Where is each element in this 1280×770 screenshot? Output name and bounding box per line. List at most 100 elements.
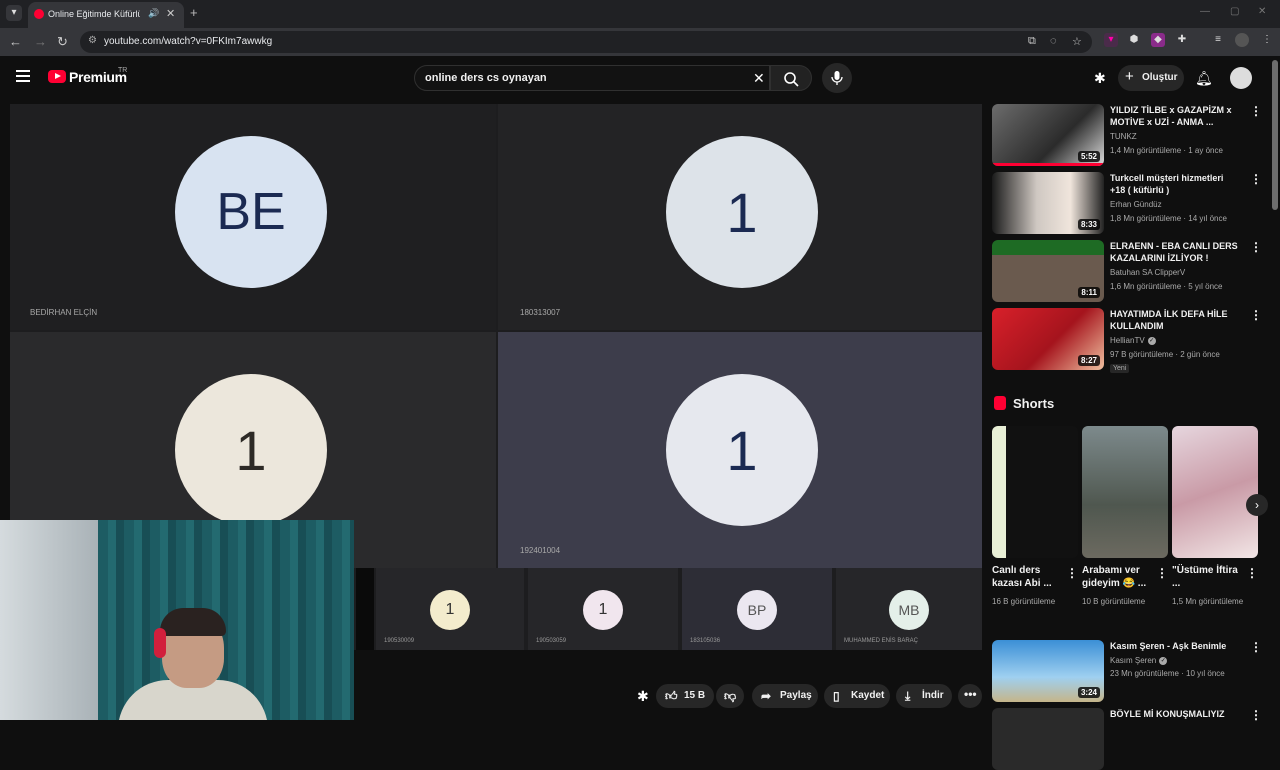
chevron-right-icon[interactable]: › <box>1246 494 1268 516</box>
video-title[interactable]: Kasım Şeren - Aşk Benimle <box>1110 640 1240 652</box>
bookmark-star-icon[interactable]: ☆ <box>1072 35 1082 48</box>
video-thumbnail[interactable]: 5:52 <box>992 104 1104 166</box>
video-title[interactable]: YILDIZ TİLBE x GAZAPİZM x MOTİVE x UZİ -… <box>1110 104 1240 128</box>
back-icon[interactable]: ← <box>9 34 22 49</box>
more-vertical-icon[interactable]: ⋮ <box>1250 240 1262 254</box>
save-button[interactable]: ▯ Kaydet <box>824 684 890 708</box>
search-query[interactable]: online ders cs oynayan <box>425 72 547 84</box>
menu-icon[interactable] <box>16 70 30 82</box>
tab-search-button[interactable]: ▾ <box>6 5 22 21</box>
video-title[interactable]: Turkcell müşteri hizmetleri +18 ( küfürl… <box>1110 172 1240 196</box>
channel-name[interactable]: TUNKZ <box>1110 132 1137 141</box>
video-thumbnail[interactable]: 8:33 <box>992 172 1104 234</box>
search-icon <box>784 72 799 87</box>
avatar[interactable] <box>1230 67 1252 89</box>
video-duration: 8:11 <box>1078 287 1100 298</box>
voice-search-button[interactable] <box>822 63 852 93</box>
new-tab-button[interactable]: + <box>190 5 198 20</box>
video-title[interactable]: HAYATIMDA İLK DEFA HİLE KULLANDIM <box>1110 308 1240 332</box>
participant-avatar: 1 <box>175 374 327 526</box>
window-background <box>0 520 98 720</box>
maximize-icon[interactable]: ▢ <box>1230 6 1239 17</box>
shield-icon[interactable]: ⬢ <box>1127 33 1141 47</box>
extension-icon[interactable]: ◆ <box>1151 33 1165 47</box>
video-title[interactable]: BÖYLE Mİ KONUŞMALIYIZ <box>1110 708 1240 720</box>
more-vertical-icon[interactable]: ⋮ <box>1250 104 1262 118</box>
premium-jewel-icon[interactable]: ✱ <box>637 688 649 705</box>
more-actions-button[interactable]: ••• <box>958 684 982 708</box>
like-count: 15 B <box>684 690 706 701</box>
cast-icon[interactable]: ⧉ <box>1028 35 1036 48</box>
new-badge: Yeni <box>1110 364 1130 373</box>
youtube-favicon-icon <box>34 9 44 19</box>
participant-tile: 1 192401004 <box>498 332 982 568</box>
participant-tile: 1 180313007 <box>498 104 982 330</box>
video-meta: 1,8 Mn görüntüleme · 14 yıl önce <box>1110 214 1227 223</box>
watch-progress <box>992 163 1104 166</box>
channel-name[interactable]: HellianTV ✓ <box>1110 336 1156 345</box>
short-title[interactable]: Arabamı ver gideyim 😂 ... <box>1082 564 1154 590</box>
download-button[interactable]: ⤓ İndir <box>896 684 952 708</box>
page-scrollbar[interactable] <box>1272 60 1278 210</box>
puzzle-icon[interactable]: ✚ <box>1175 33 1189 47</box>
microphone-icon <box>831 71 843 85</box>
more-vertical-icon[interactable]: ⋮ <box>1250 172 1262 186</box>
tab-title: Online Eğitimde Küfürlü Cs <box>48 9 140 19</box>
participant-avatar: 1 <box>666 374 818 526</box>
more-vertical-icon[interactable]: ⋮ <box>1250 308 1262 322</box>
participant-avatar: MB <box>889 590 929 630</box>
participant-name: BEDİRHAN ELÇİN <box>30 308 98 317</box>
speaker-icon[interactable]: 🔊 <box>148 8 159 19</box>
video-thumbnail[interactable]: 8:11 <box>992 240 1104 302</box>
eye-off-icon[interactable]: ◌ <box>1050 35 1057 47</box>
channel-name[interactable]: Erhan Gündüz <box>1110 200 1162 209</box>
country-code: TR <box>118 67 128 74</box>
like-button[interactable]: 👍︎ 15 B <box>656 684 714 708</box>
profile-icon[interactable] <box>1235 33 1249 47</box>
webcam-overlay <box>0 520 354 720</box>
extension-icon[interactable]: ▾ <box>1104 33 1118 47</box>
short-thumbnail[interactable] <box>992 426 1078 558</box>
reload-icon[interactable]: ↻ <box>57 34 68 50</box>
window-close-icon[interactable]: ✕ <box>1258 6 1266 17</box>
share-button[interactable]: ➦ Paylaş <box>752 684 818 708</box>
dislike-button[interactable]: 👎︎ <box>716 684 744 708</box>
short-title[interactable]: "Üstüme İftira ... <box>1172 564 1244 590</box>
channel-name[interactable]: Batuhan SA ClipperV <box>1110 268 1185 277</box>
video-title[interactable]: ELRAENN - EBA CANLI DERS KAZALARINI İZLİ… <box>1110 240 1240 264</box>
browser-tab[interactable]: Online Eğitimde Küfürlü Cs 🔊 ✕ <box>28 2 184 28</box>
video-thumbnail[interactable]: 3:24 <box>992 640 1104 702</box>
participant-strip-tile: MB MUHAMMED ENİS BARAÇ <box>836 568 982 650</box>
reading-list-icon[interactable]: ≡ <box>1211 33 1225 47</box>
short-thumbnail[interactable] <box>1172 426 1258 558</box>
youtube-header: Premium TR online ders cs oynayan ✕ ✱ + … <box>0 56 1280 100</box>
participant-name: 192401004 <box>520 546 561 555</box>
video-meta: 97 B görüntüleme · 2 gün önce <box>1110 350 1220 359</box>
headphone-icon <box>154 628 166 658</box>
url-field[interactable]: ⚙ youtube.com/watch?v=0FKIm7awwkg ⧉ ◌ ☆ <box>80 31 1092 53</box>
more-vertical-icon[interactable]: ⋮ <box>1250 640 1262 654</box>
notifications-bell-icon[interactable]: 🔔︎ <box>1195 70 1213 87</box>
short-thumbnail[interactable] <box>1082 426 1168 558</box>
premium-icon[interactable]: ✱ <box>1094 70 1106 87</box>
close-tab-icon[interactable]: ✕ <box>166 7 175 20</box>
youtube-logo-icon[interactable] <box>48 70 66 83</box>
video-thumbnail[interactable] <box>992 708 1104 770</box>
more-vertical-icon[interactable]: ⋮ <box>1246 566 1258 580</box>
channel-name[interactable]: Kasım Şeren ✓ <box>1110 656 1168 665</box>
more-vertical-icon[interactable]: ⋮ <box>1156 566 1168 580</box>
short-title[interactable]: Canlı ders kazası Abi ... <box>992 564 1064 590</box>
browser-tab-bar: ▾ Online Eğitimde Küfürlü Cs 🔊 ✕ + — ▢ ✕ <box>0 0 1280 28</box>
search-button[interactable] <box>770 65 812 91</box>
browser-menu-icon[interactable]: ⋮ <box>1260 33 1274 47</box>
minimize-icon[interactable]: — <box>1200 6 1210 17</box>
participant-strip-tile: 1 190503059 <box>528 568 678 650</box>
video-thumbnail[interactable]: 8:27 <box>992 308 1104 370</box>
short-views: 1,5 Mn görüntüleme <box>1172 597 1244 606</box>
clear-search-icon[interactable]: ✕ <box>753 70 765 87</box>
search-input[interactable]: online ders cs oynayan ✕ <box>414 65 770 91</box>
site-info-icon[interactable]: ⚙ <box>88 35 97 46</box>
more-vertical-icon[interactable]: ⋮ <box>1066 566 1078 580</box>
forward-icon[interactable]: → <box>34 34 47 49</box>
create-button[interactable]: + Oluştur <box>1118 65 1184 91</box>
